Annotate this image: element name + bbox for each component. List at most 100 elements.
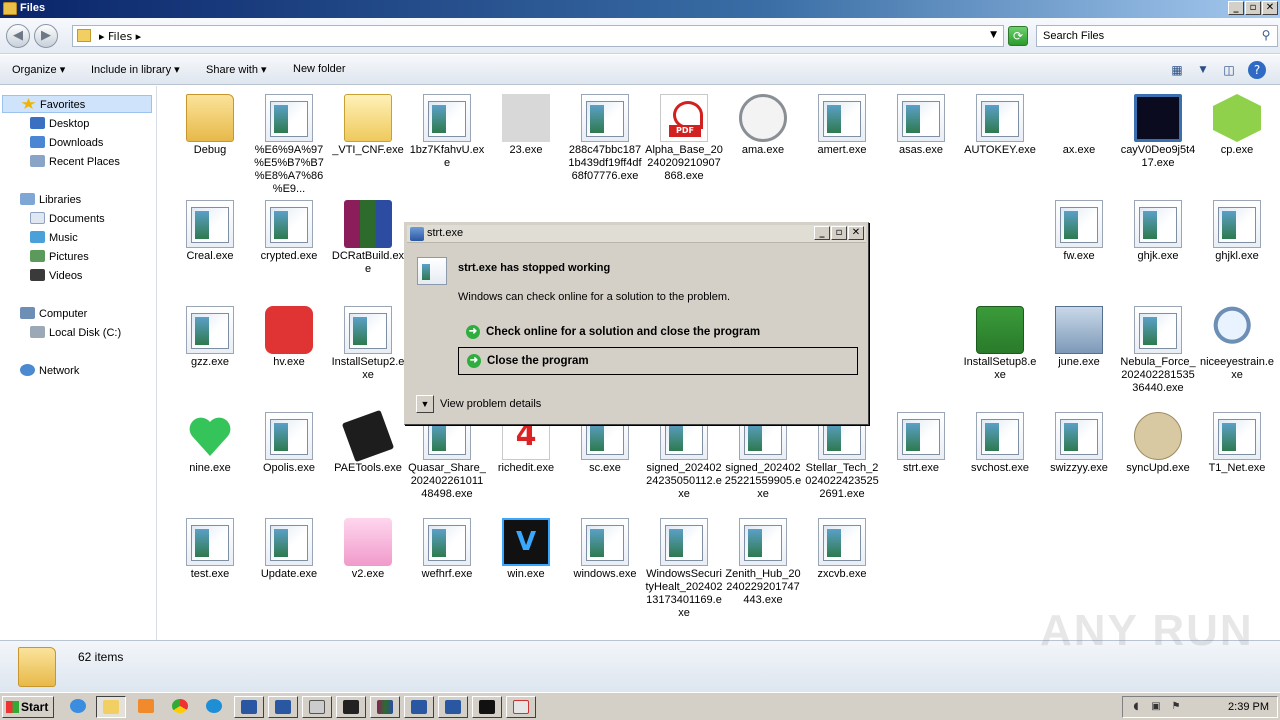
edge-icon[interactable] bbox=[200, 696, 230, 718]
forward-button[interactable]: ▶ bbox=[34, 24, 58, 48]
file-item[interactable]: signed_20240224235050112.exe bbox=[645, 412, 723, 501]
file-item[interactable]: fw.exe bbox=[1040, 200, 1118, 263]
file-item[interactable]: Update.exe bbox=[250, 518, 328, 581]
close-program-button[interactable]: ➜ Close the program bbox=[458, 347, 858, 375]
file-item[interactable]: niceeyestrain.exe bbox=[1198, 306, 1276, 382]
file-item[interactable]: asas.exe bbox=[882, 94, 960, 157]
file-item[interactable]: cp.exe bbox=[1198, 94, 1276, 157]
nav-downloads[interactable]: Downloads bbox=[30, 134, 103, 152]
file-item[interactable]: Vwin.exe bbox=[487, 518, 565, 581]
nav-documents[interactable]: Documents bbox=[30, 210, 105, 228]
file-item[interactable]: swizzyy.exe bbox=[1040, 412, 1118, 475]
flag-icon[interactable]: ⚑ bbox=[1169, 701, 1183, 714]
new-folder-button[interactable]: New folder bbox=[293, 63, 346, 75]
file-item[interactable]: hv.exe bbox=[250, 306, 328, 369]
taskbar-app-1[interactable] bbox=[234, 696, 264, 718]
file-item[interactable]: Zenith_Hub_20240229201747443.exe bbox=[724, 518, 802, 607]
dialog-close-button[interactable]: ✕ bbox=[848, 226, 864, 240]
help-icon[interactable]: ? bbox=[1248, 61, 1266, 79]
file-item[interactable]: 1bz7KfahvU.exe bbox=[408, 94, 486, 170]
file-item[interactable]: windows.exe bbox=[566, 518, 644, 581]
file-item[interactable]: Nebula_Force_20240228153536440.exe bbox=[1119, 306, 1197, 395]
view-options-icon[interactable]: ▦ bbox=[1168, 61, 1186, 79]
file-item[interactable]: gzz.exe bbox=[171, 306, 249, 369]
file-item[interactable]: cayV0Deo9j5t417.exe bbox=[1119, 94, 1197, 170]
file-item[interactable]: crypted.exe bbox=[250, 200, 328, 263]
share-with-menu[interactable]: Share with ▾ bbox=[206, 63, 267, 76]
file-item[interactable]: nine.exe bbox=[171, 412, 249, 475]
file-item[interactable]: Quasar_Share_20240226101148498.exe bbox=[408, 412, 486, 501]
file-item[interactable]: ax.exe bbox=[1040, 94, 1118, 157]
file-item[interactable]: wefhrf.exe bbox=[408, 518, 486, 581]
file-item[interactable]: Opolis.exe bbox=[250, 412, 328, 475]
back-button[interactable]: ◀ bbox=[6, 24, 30, 48]
include-in-library-menu[interactable]: Include in library ▾ bbox=[91, 63, 180, 76]
nav-network[interactable]: Network bbox=[20, 362, 79, 380]
nav-local-disk[interactable]: Local Disk (C:) bbox=[30, 324, 121, 342]
file-item[interactable]: InstallSetup8.exe bbox=[961, 306, 1039, 382]
volume-icon[interactable]: ◖ bbox=[1129, 701, 1143, 714]
file-item[interactable]: InstallSetup2.exe bbox=[329, 306, 407, 382]
taskbar-app-3[interactable] bbox=[302, 696, 332, 718]
nav-favorites[interactable]: Favorites bbox=[2, 95, 152, 113]
file-item[interactable]: 288c47bbc1871b439df19ff4df68f07776.exe bbox=[566, 94, 644, 183]
file-item[interactable]: signed_20240225221559905.exe bbox=[724, 412, 802, 501]
nav-videos[interactable]: Videos bbox=[30, 267, 82, 285]
maximize-button[interactable]: ▫ bbox=[1245, 1, 1261, 15]
nav-music[interactable]: Music bbox=[30, 229, 78, 247]
taskbar-app-8[interactable] bbox=[472, 696, 502, 718]
check-online-button[interactable]: ➜ Check online for a solution and close t… bbox=[458, 319, 858, 347]
file-item[interactable]: ghjk.exe bbox=[1119, 200, 1197, 263]
preview-pane-icon[interactable]: ◫ bbox=[1220, 61, 1238, 79]
minimize-button[interactable]: _ bbox=[1228, 1, 1244, 15]
taskbar-app-7[interactable] bbox=[438, 696, 468, 718]
taskbar-app-9[interactable] bbox=[506, 696, 536, 718]
breadcrumb-files[interactable]: Files bbox=[108, 30, 132, 43]
dialog-minimize-button[interactable]: _ bbox=[814, 226, 830, 240]
network-tray-icon[interactable]: ▣ bbox=[1149, 701, 1163, 714]
file-item[interactable]: svchost.exe bbox=[961, 412, 1039, 475]
view-problem-details-toggle[interactable]: ▼ View problem details bbox=[416, 395, 541, 413]
file-item[interactable]: test.exe bbox=[171, 518, 249, 581]
breadcrumb-separator[interactable]: ▸ bbox=[99, 30, 108, 43]
file-item[interactable]: ghjkl.exe bbox=[1198, 200, 1276, 263]
dialog-maximize-button[interactable]: ▫ bbox=[831, 226, 847, 240]
file-item[interactable]: Stellar_Tech_20240224235252691.exe bbox=[803, 412, 881, 501]
file-item[interactable]: syncUpd.exe bbox=[1119, 412, 1197, 475]
file-item[interactable]: DCRatBuild.exe bbox=[329, 200, 407, 276]
taskbar-app-5[interactable] bbox=[370, 696, 400, 718]
address-box[interactable]: ▸ Files ▸ ▼ bbox=[72, 25, 1004, 47]
file-item[interactable]: ama.exe bbox=[724, 94, 802, 157]
nav-computer[interactable]: Computer bbox=[20, 305, 87, 323]
file-item[interactable]: v2.exe bbox=[329, 518, 407, 581]
file-item[interactable]: Debug bbox=[171, 94, 249, 157]
search-icon[interactable]: ⚲ bbox=[1257, 28, 1275, 44]
taskbar-app-4[interactable] bbox=[336, 696, 366, 718]
refresh-button[interactable]: ⟳ bbox=[1008, 26, 1028, 46]
taskbar-app-2[interactable] bbox=[268, 696, 298, 718]
view-dropdown-icon[interactable]: ▼ bbox=[1194, 61, 1212, 79]
nav-recent-places[interactable]: Recent Places bbox=[30, 153, 120, 171]
nav-desktop[interactable]: Desktop bbox=[30, 115, 89, 133]
file-item[interactable]: WindowsSecurityHealt_20240213173401169.e… bbox=[645, 518, 723, 620]
file-item[interactable]: _VTI_CNF.exe bbox=[329, 94, 407, 157]
file-item[interactable]: %E6%9A%97%E5%B7%B7%E8%A7%86%E9... bbox=[250, 94, 328, 196]
organize-menu[interactable]: Organize ▾ bbox=[12, 63, 65, 76]
nav-pictures[interactable]: Pictures bbox=[30, 248, 89, 266]
file-item[interactable]: T1_Net.exe bbox=[1198, 412, 1276, 475]
breadcrumb-dropdown-icon[interactable]: ▸ bbox=[136, 30, 142, 43]
taskbar-app-6[interactable] bbox=[404, 696, 434, 718]
media-player-icon[interactable] bbox=[132, 696, 162, 718]
search-input[interactable]: Search Files ⚲ bbox=[1036, 25, 1278, 47]
file-item[interactable]: strt.exe bbox=[882, 412, 960, 475]
explorer-taskbar-button[interactable] bbox=[96, 696, 126, 718]
clock[interactable]: 2:39 PM bbox=[1228, 701, 1269, 713]
file-item[interactable]: 23.exe bbox=[487, 94, 565, 157]
file-item[interactable]: AUTOKEY.exe bbox=[961, 94, 1039, 157]
file-item[interactable]: amert.exe bbox=[803, 94, 881, 157]
file-item[interactable]: Alpha_Base_20240209210907868.exe bbox=[645, 94, 723, 183]
close-button[interactable]: ✕ bbox=[1262, 1, 1278, 15]
file-item[interactable]: PAETools.exe bbox=[329, 409, 407, 475]
file-item[interactable]: Creal.exe bbox=[171, 200, 249, 263]
file-item[interactable]: june.exe bbox=[1040, 306, 1118, 369]
